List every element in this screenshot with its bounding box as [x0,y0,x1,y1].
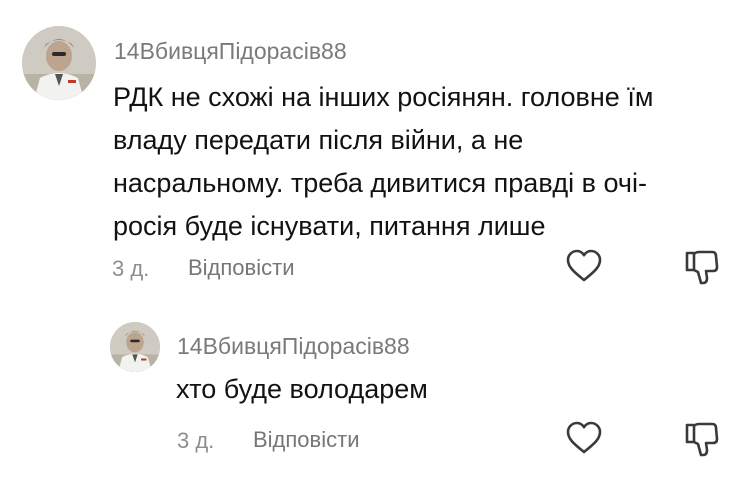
avatar-image [110,322,160,372]
comment-text-line: РДК не схожі на інших росіянян. головне … [113,82,654,112]
comment-text-line: насральному. треба дивитися правді в очі… [113,168,647,198]
comment-time: 3 д. [112,256,150,281]
comment-text-line: росія буде існувати, питання лише [113,211,546,241]
avatar[interactable] [22,26,96,100]
comment-text: РДК не схожі на інших росіянян. головне … [113,76,723,248]
thumbs-down-outline-icon[interactable] [684,248,720,286]
heart-outline-icon[interactable] [565,248,603,284]
heart-outline-icon[interactable] [565,420,603,456]
reply-button[interactable]: Відповісти [253,427,360,453]
comment-username[interactable]: 14ВбивцяПідорасів88 [114,38,347,65]
thumbs-down-outline-icon[interactable] [684,420,720,458]
comment-time: 3 д. [177,428,215,453]
comment-text: хто буде володарем [176,368,716,411]
comment-username[interactable]: 14ВбивцяПідорасів88 [177,333,410,360]
avatar-image [22,26,96,100]
comment-text-line: хто буде володарем [176,374,428,404]
avatar[interactable] [110,322,160,372]
comment-text-line: владу передати після війни, а не [113,125,524,155]
reply-button[interactable]: Відповісти [188,255,295,281]
